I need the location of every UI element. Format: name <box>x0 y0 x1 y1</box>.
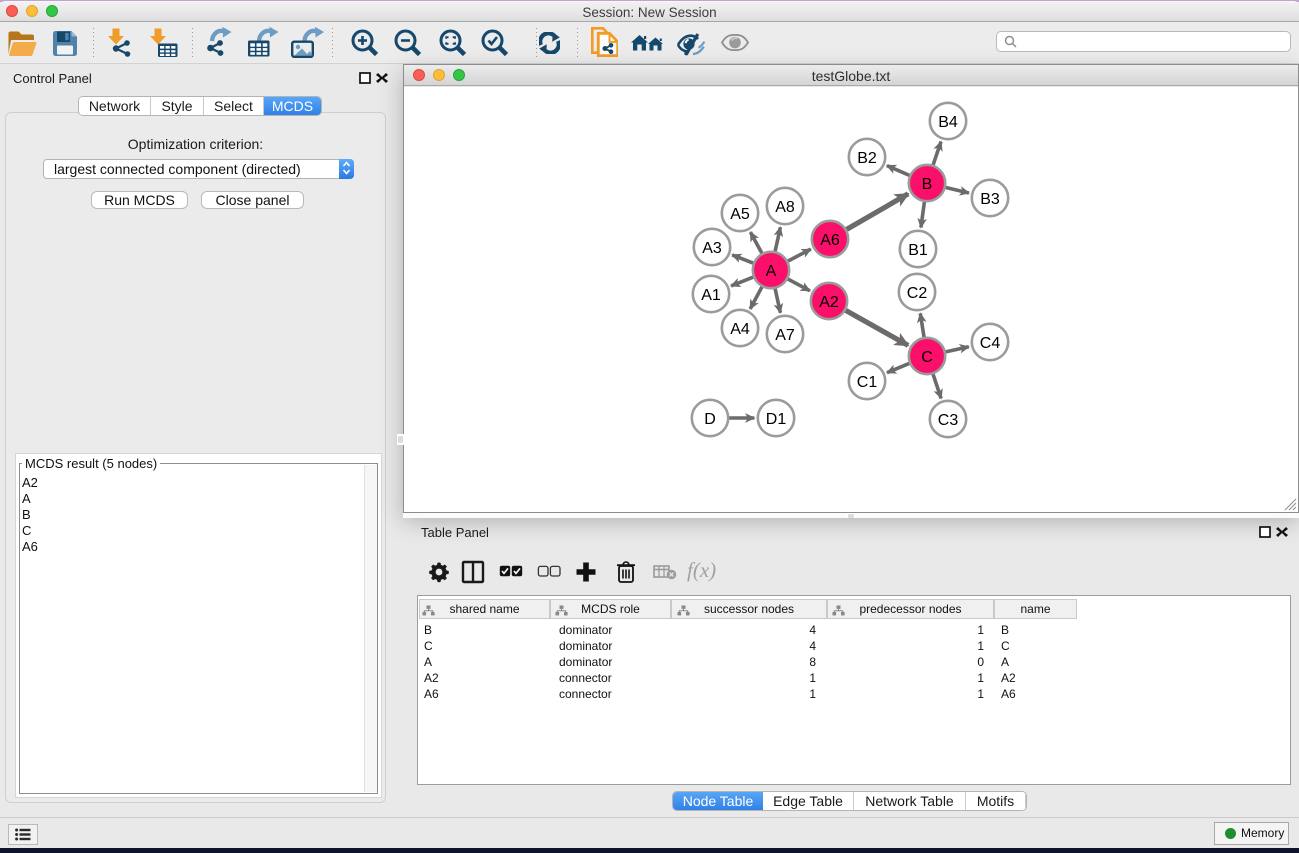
svg-text:C3: C3 <box>938 412 959 429</box>
svg-text:B: B <box>922 176 933 193</box>
svg-text:B2: B2 <box>857 150 877 167</box>
svg-text:B4: B4 <box>938 114 958 131</box>
svg-text:A: A <box>766 263 777 280</box>
svg-text:A4: A4 <box>730 321 750 338</box>
svg-text:C: C <box>921 349 933 366</box>
svg-text:A5: A5 <box>730 206 750 223</box>
svg-text:A7: A7 <box>775 327 795 344</box>
svg-text:C4: C4 <box>980 335 1001 352</box>
svg-text:A2: A2 <box>819 294 839 311</box>
svg-text:D1: D1 <box>766 411 787 428</box>
svg-text:B3: B3 <box>980 191 1000 208</box>
svg-text:C2: C2 <box>907 285 928 302</box>
svg-text:D: D <box>704 411 716 428</box>
svg-text:B1: B1 <box>908 242 928 259</box>
svg-text:A6: A6 <box>820 232 840 249</box>
svg-text:A8: A8 <box>775 199 795 216</box>
svg-text:A3: A3 <box>702 240 722 257</box>
svg-text:C1: C1 <box>857 374 878 391</box>
svg-text:A1: A1 <box>701 287 721 304</box>
